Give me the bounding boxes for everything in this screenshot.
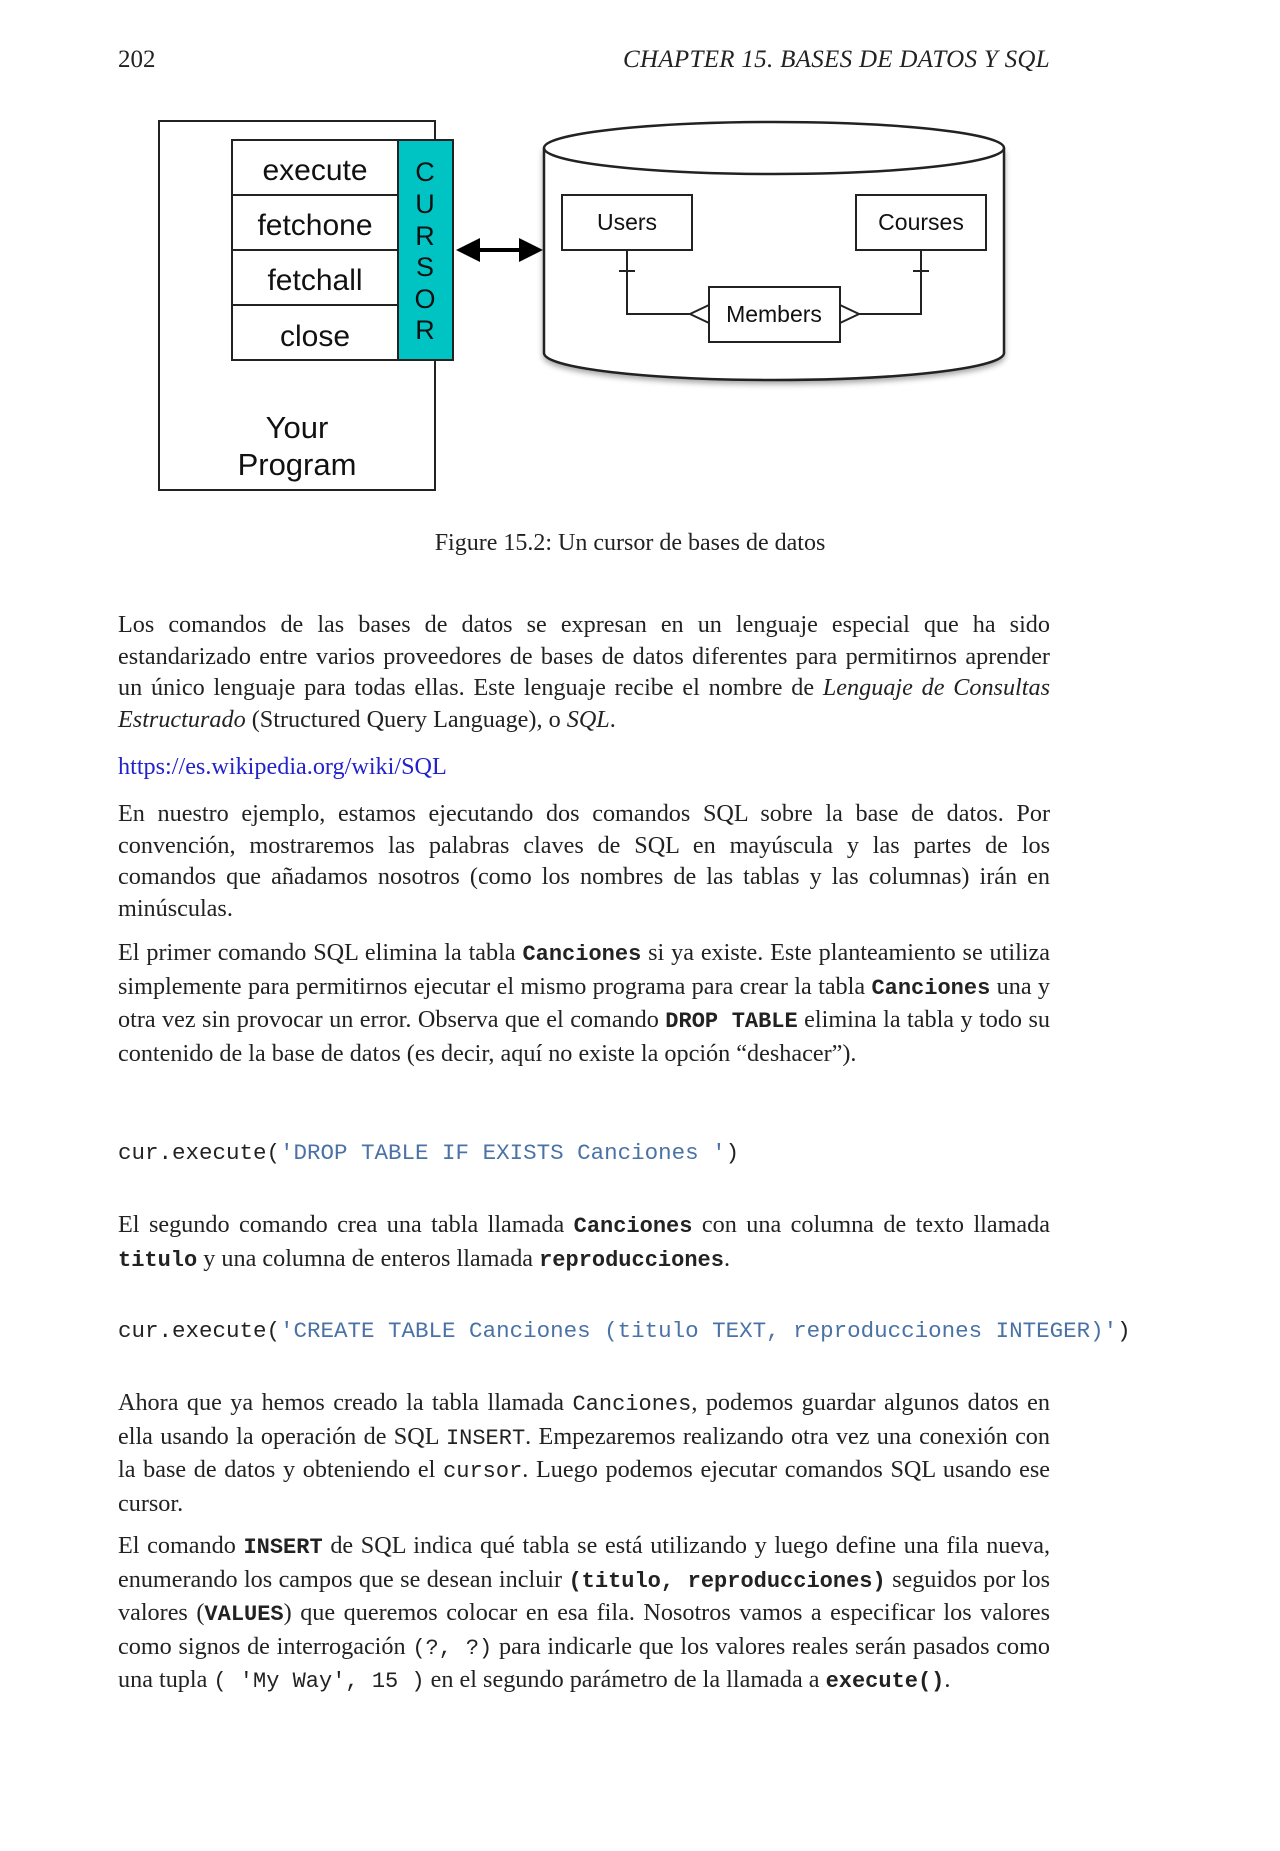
paragraph-insert-details: El comando INSERT de SQL indica qué tabl… [118,1532,1051,1694]
cursor-diagram: Your Program execute fetchone fetchall c… [158,120,1006,491]
inline-code: DROP TABLE [665,1009,798,1034]
cursor-letter: U [415,189,435,219]
cursor-letter: R [415,315,435,345]
paragraph-drop-table: El primer comando SQL elimina la tabla C… [118,939,1050,1067]
program-label-line2: Program [238,447,357,482]
term-sql: SQL [566,705,610,733]
inline-code: Canciones [573,1214,693,1239]
code-drop-table: cur.execute('DROP TABLE IF EXISTS Cancio… [118,1140,740,1166]
cursor-letter: S [416,252,434,282]
table-members-label: Members [726,301,822,327]
table-users-label: Users [597,209,657,235]
method-stack: execute fetchone fetchall close [231,139,399,361]
inline-code: cursor [443,1459,523,1484]
code-create-table: cur.execute('CREATE TABLE Canciones (tit… [118,1318,1131,1344]
method-fetchone: fetchone [257,209,372,242]
inline-code: INSERT [445,1425,526,1451]
paragraph-conventions: En nuestro ejemplo, estamos ejecutando d… [118,800,1050,922]
inline-code: Canciones [572,1392,692,1417]
paragraph-sql-intro: Los comandos de las bases de datos se ex… [118,611,1051,733]
inline-code: VALUES [204,1602,284,1627]
inline-code: reproducciones [539,1247,724,1273]
cursor-letter: O [414,284,435,314]
inline-code: (titulo, reproducciones) [568,1568,886,1594]
method-fetchall: fetchall [267,264,362,297]
cursor-letter: C [415,157,435,187]
double-arrow-icon [456,238,543,262]
program-label-line1: Your [266,410,329,445]
code-string: 'DROP TABLE IF EXISTS Canciones ' [280,1140,726,1166]
inline-code: INSERT [243,1535,323,1560]
table-courses-label: Courses [878,209,964,235]
code-string: 'CREATE TABLE Canciones (titulo TEXT, re… [280,1318,1118,1344]
inline-code: ( 'My Way', 15 ) [213,1669,425,1694]
inline-code: (?, ?) [412,1635,493,1661]
inline-code: titulo [118,1247,198,1273]
inline-code: Canciones [871,975,991,1001]
wikipedia-sql-link[interactable]: https://es.wikipedia.org/wiki/SQL [118,753,447,781]
inline-code: Canciones [522,942,642,967]
method-execute: execute [262,154,367,187]
paragraph-insert-intro: Ahora que ya hemos creado la tabla llama… [118,1389,1051,1517]
figure-caption: Figure 15.2: Un cursor de bases de datos [434,530,826,556]
paragraph-create-table: El segundo comando crea una tabla llamad… [118,1211,1050,1273]
cursor-letter: R [415,221,435,251]
inline-code: execute() [825,1669,945,1694]
method-close: close [280,320,350,353]
